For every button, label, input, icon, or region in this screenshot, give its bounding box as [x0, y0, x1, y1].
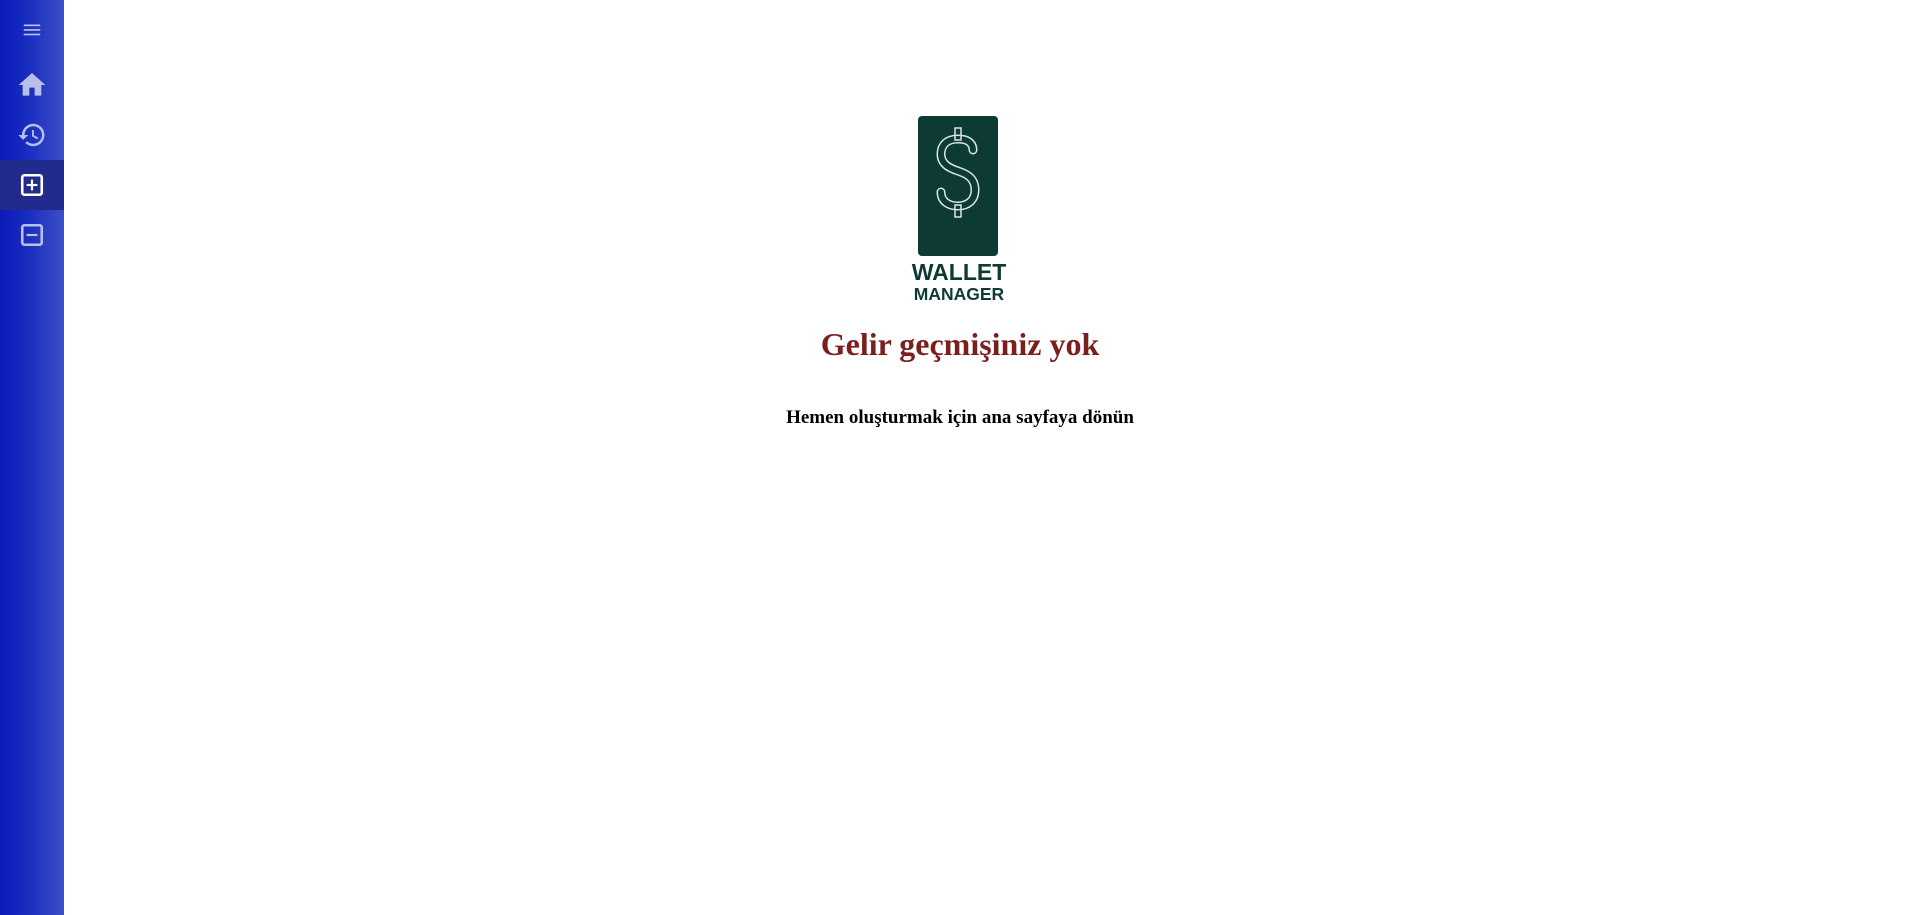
minus-box-icon — [20, 223, 44, 247]
sidebar-item-home[interactable] — [0, 60, 64, 110]
logo-text-wallet: WALLET — [912, 259, 1007, 285]
menu-icon — [23, 24, 41, 36]
home-icon — [18, 73, 46, 96]
logo-text-manager: MANAGER — [914, 284, 1005, 304]
wallet-manager-logo: WALLET MANAGER — [912, 116, 1007, 304]
sidebar-item-history[interactable] — [0, 110, 64, 160]
sidebar-menu-button[interactable] — [0, 0, 64, 60]
sidebar-item-expense[interactable] — [0, 210, 64, 260]
sidebar — [0, 0, 64, 915]
main-content: WALLET MANAGER Gelir geçmişiniz yok Heme… — [64, 0, 1920, 915]
page-title: Gelir geçmişiniz yok — [820, 326, 1100, 362]
sidebar-item-add-income[interactable] — [0, 160, 64, 210]
empty-state-message: Hemen oluşturmak için ana sayfaya dönün — [786, 407, 1134, 428]
history-icon — [18, 123, 45, 147]
add-box-icon — [20, 173, 44, 197]
